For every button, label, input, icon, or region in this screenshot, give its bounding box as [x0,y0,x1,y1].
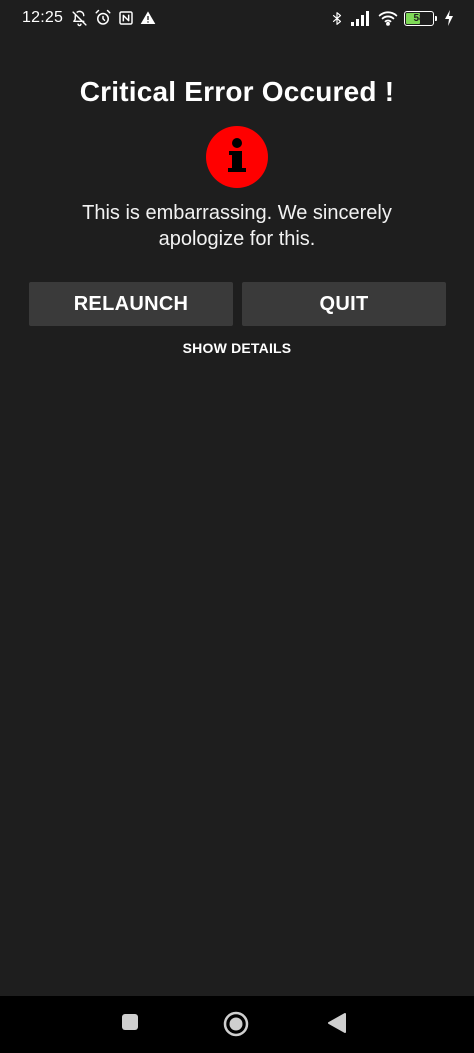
info-icon [206,126,268,188]
show-details-button[interactable]: SHOW DETAILS [0,340,474,356]
charging-icon [444,10,454,26]
wifi-icon [378,10,398,26]
bluetooth-icon [330,10,344,27]
warning-icon [140,10,156,26]
status-bar-left: 12:25 [22,9,156,27]
status-bar: 12:25 58 [0,0,474,36]
nfc-icon [118,10,134,26]
recents-icon[interactable] [120,1012,140,1032]
relaunch-button[interactable]: RELAUNCH [29,282,233,326]
bell-off-icon [71,10,88,27]
error-message: This is embarrassing. We sincerely apolo… [82,202,392,250]
back-icon[interactable] [326,1012,348,1034]
navigation-bar [0,996,474,1053]
status-time: 12:25 [22,9,64,26]
alarm-icon [94,9,112,27]
error-title: Critical Error Occured ! [79,76,395,107]
quit-button[interactable]: QUIT [242,282,446,326]
battery-icon: 58 [404,10,437,26]
signal-icon [350,10,372,26]
status-bar-right: 58 [330,10,454,27]
home-icon[interactable] [222,1010,250,1038]
battery-level: 58 [413,12,425,24]
